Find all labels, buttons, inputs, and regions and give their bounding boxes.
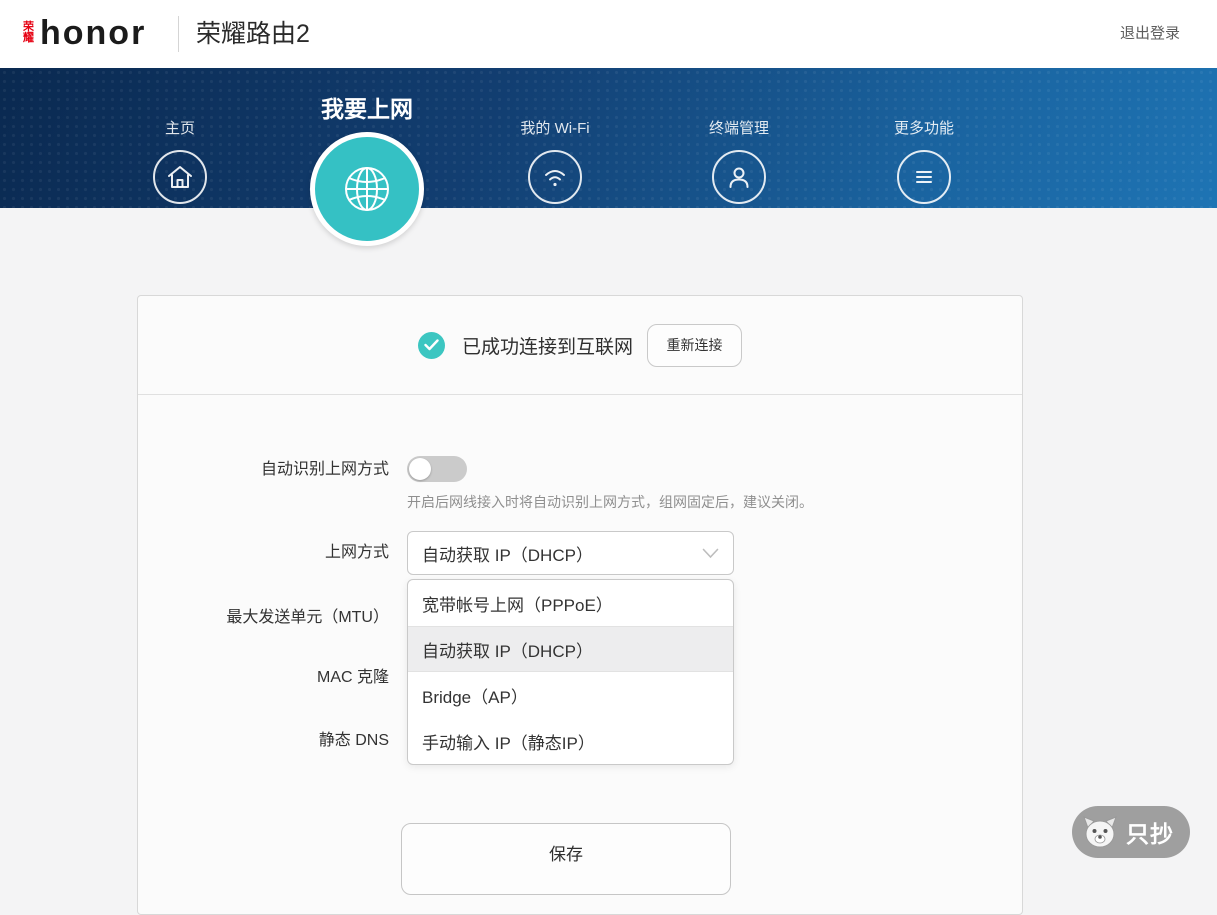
auto-detect-label: 自动识别上网方式 (138, 459, 389, 481)
toggle-knob (409, 458, 431, 480)
auto-detect-toggle[interactable] (407, 456, 467, 482)
connection-status-row: 已成功连接到互联网 重新连接 (138, 296, 1022, 394)
connection-type-select[interactable]: 自动获取 IP（DHCP） (407, 531, 734, 575)
connection-type-value: 自动获取 IP（DHCP） (422, 541, 702, 566)
person-icon (712, 150, 766, 204)
nav-item-more[interactable]: 更多功能 (882, 117, 966, 204)
nav-item-internet-label: 我要上网 (300, 90, 434, 124)
watermark-text: 只抄 (1126, 815, 1174, 849)
mtu-label: 最大发送单元（MTU） (138, 607, 389, 629)
connection-type-label: 上网方式 (138, 542, 389, 564)
mascot-icon (1080, 812, 1120, 852)
home-icon (153, 150, 207, 204)
header-divider (178, 16, 179, 52)
dropdown-option-pppoe[interactable]: 宽带帐号上网（PPPoE） (408, 580, 733, 626)
static-dns-label: 静态 DNS (138, 730, 389, 752)
dropdown-option-bridge[interactable]: Bridge（AP） (408, 672, 733, 718)
nav-item-internet[interactable]: 我要上网 (300, 90, 434, 246)
honor-logo-mark: 荣耀 (20, 22, 37, 44)
nav-item-more-label: 更多功能 (882, 117, 966, 138)
main-nav: 主页 我要上网 我的 Wi-Fi (0, 68, 1217, 208)
menu-icon (897, 150, 951, 204)
reconnect-button[interactable]: 重新连接 (647, 324, 742, 367)
nav-item-home[interactable]: 主页 (138, 117, 222, 204)
connection-status-text: 已成功连接到互联网 (462, 332, 633, 359)
nav-item-home-label: 主页 (138, 117, 222, 138)
dropdown-option-dhcp[interactable]: 自动获取 IP（DHCP） (408, 626, 733, 672)
nav-item-wifi-label: 我的 Wi-Fi (513, 117, 597, 138)
globe-icon (310, 132, 424, 246)
chevron-down-icon (702, 548, 719, 559)
success-check-icon (418, 332, 445, 359)
wifi-icon (528, 150, 582, 204)
logout-link[interactable]: 退出登录 (1120, 22, 1180, 43)
honor-logo[interactable]: 荣耀 honor (20, 12, 146, 54)
connection-type-dropdown: 宽带帐号上网（PPPoE） 自动获取 IP（DHCP） Bridge（AP） 手… (407, 579, 734, 765)
save-button[interactable]: 保存 (401, 823, 731, 895)
dropdown-option-static[interactable]: 手动输入 IP（静态IP） (408, 718, 733, 764)
mac-clone-label: MAC 克隆 (138, 667, 389, 689)
nav-item-devices-label: 终端管理 (697, 117, 781, 138)
top-header: 荣耀 honor 荣耀路由2 退出登录 (0, 0, 1217, 68)
watermark-badge: 只抄 (1072, 806, 1190, 858)
nav-item-wifi[interactable]: 我的 Wi-Fi (513, 117, 597, 204)
auto-detect-hint: 开启后网线接入时将自动识别上网方式，组网固定后，建议关闭。 (407, 492, 813, 512)
nav-item-devices[interactable]: 终端管理 (697, 117, 781, 204)
honor-logo-text: honor (40, 12, 146, 54)
internet-settings-card: 已成功连接到互联网 重新连接 自动识别上网方式 开启后网线接入时将自动识别上网方… (137, 295, 1023, 915)
page-title: 荣耀路由2 (196, 16, 310, 52)
card-divider (138, 394, 1022, 395)
